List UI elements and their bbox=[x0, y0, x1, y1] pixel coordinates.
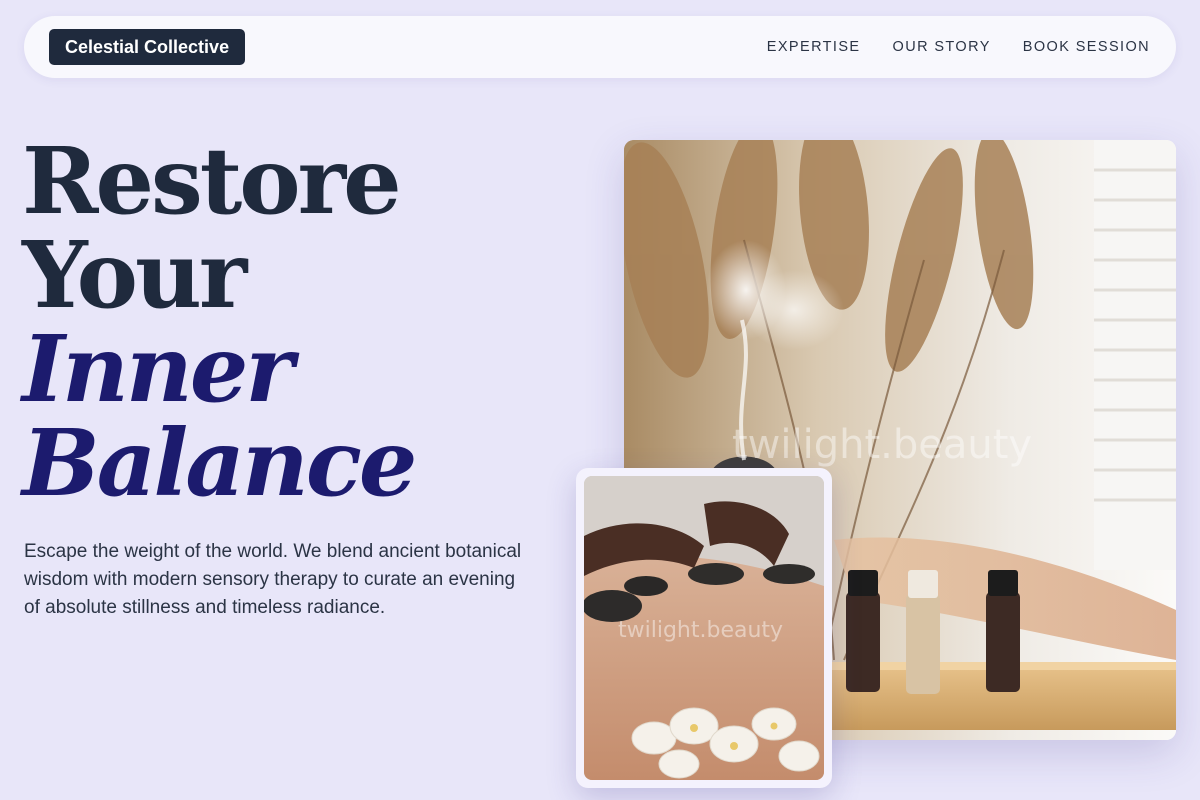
nav-link-our-story[interactable]: OUR STORY bbox=[893, 39, 991, 55]
essential-oil-bottles bbox=[846, 570, 1020, 694]
hero-headline: Restore Your Inner Balance bbox=[22, 127, 417, 517]
brand-logo[interactable]: Celestial Collective bbox=[49, 29, 246, 65]
hot-stone-massage-card: twilight.beauty bbox=[576, 468, 832, 788]
headline-line-your: Your bbox=[22, 221, 247, 329]
headline-line-balance: Balance bbox=[22, 409, 417, 517]
top-navigation: Celestial Collective EXPERTISE OUR STORY… bbox=[24, 16, 1176, 78]
headline-line-restore: Restore bbox=[22, 127, 402, 235]
hero-intro-text: Escape the weight of the world. We blend… bbox=[24, 541, 522, 618]
hot-stone-massage-photo: twilight.beauty bbox=[584, 476, 824, 780]
headline-line-inner: Inner bbox=[22, 315, 294, 423]
nav-link-book-session[interactable]: BOOK SESSION bbox=[1023, 39, 1150, 55]
massage-scene-illustration bbox=[584, 476, 824, 780]
nav-links: EXPERTISE OUR STORY BOOK SESSION bbox=[767, 39, 1150, 55]
nav-link-expertise[interactable]: EXPERTISE bbox=[767, 39, 861, 55]
page: Celestial Collective EXPERTISE OUR STORY… bbox=[0, 0, 1200, 800]
